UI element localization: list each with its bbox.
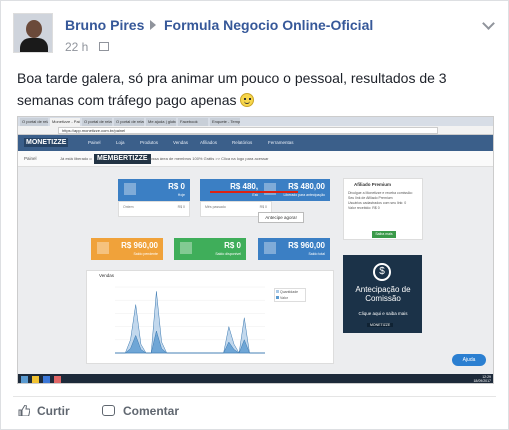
tile-label: Liberado para antecipação (283, 193, 325, 197)
tile-foot: Ontem R$ 0 (118, 201, 190, 217)
chevron-down-icon[interactable] (482, 17, 495, 30)
post-card: Bruno Pires Formula Negocio Online-Ofici… (0, 0, 509, 430)
affiliate-title: Afiliado Premium (354, 182, 392, 187)
comment-icon (102, 405, 115, 416)
tile-saldo-total: R$ 960,00 Saldo total (258, 238, 330, 260)
chart-legend: Quantidade Valor (274, 288, 306, 302)
tile-value: R$ 0 (224, 241, 241, 250)
group-audience-icon (99, 42, 109, 51)
browser-tab: Enquete - Templates (210, 118, 240, 126)
banner-subtext: Clique aqui e saiba mais (358, 311, 408, 316)
browser-tab: O portal de relató (114, 118, 144, 126)
nav-item: Vendas (173, 140, 189, 145)
tile-saldo-pendente: R$ 960,00 Saldo pendente (91, 238, 163, 260)
tile-saldo-disponivel: R$ 0 Saldo disponível (174, 238, 246, 260)
red-underline (210, 191, 298, 193)
tile-label: Saldo disponível (215, 252, 241, 256)
nav-item: Ferramentas (268, 140, 294, 145)
browser-tab: Monetizze - Painel (50, 118, 80, 126)
tile-label: Saldo total (308, 252, 325, 256)
post-image[interactable]: O portal de relató Monetizze - Painel O … (17, 116, 494, 384)
tile-value: R$ 480,00 (288, 182, 325, 191)
wallet-icon (124, 183, 136, 195)
sales-chart-svg (115, 286, 265, 354)
browser-tab: Facebook (178, 118, 208, 126)
avatar[interactable] (13, 13, 53, 53)
learn-more-button[interactable]: Saiba mais (372, 231, 396, 238)
tile-foot-label: Mês passado (205, 205, 226, 209)
membertizze-logo: MEMBERTIZZE (94, 154, 151, 164)
anticipate-button[interactable]: Antecipe agora! (258, 212, 304, 223)
tile-foot-label: Ontem (123, 205, 134, 209)
affiliate-desc: Divulgue a Monetizze e receba comissão: … (348, 191, 420, 211)
nav-item: Loja (116, 140, 125, 145)
comment-button[interactable]: Comentar (123, 404, 179, 418)
dollar-icon (180, 242, 192, 254)
post-time[interactable]: 22 h (65, 40, 88, 54)
nav-item: Afiliados (200, 140, 218, 145)
post-text-content: Boa tarde galera, só pra animar um pouco… (17, 70, 447, 108)
legend-item: Valor (275, 295, 305, 301)
dollar-icon (264, 242, 276, 254)
legend-label: Quantidade (280, 290, 299, 294)
nav-item: Painel (88, 140, 101, 145)
nav-item: Relatórios (232, 140, 253, 145)
app-icon (54, 376, 61, 383)
tile-value: R$ 960,00 (121, 241, 158, 250)
nav-item: Produtos (140, 140, 159, 145)
anticipation-banner[interactable]: $ Antecipação de Comissão Clique aqui e … (343, 255, 422, 333)
post-text: Boa tarde galera, só pra animar um pouco… (17, 67, 477, 111)
tile-foot-value: R$ 0 (177, 205, 185, 209)
url-text: https://app.monetizze.com.br/painel (58, 127, 438, 134)
dollar-coin-icon: $ (373, 263, 391, 281)
like-button[interactable]: Curtir (37, 404, 70, 418)
tile-antecipacao: R$ 480,00 Liberado para antecipação (258, 179, 330, 201)
dollar-icon (97, 242, 109, 254)
promo-text: Já está liberado o (60, 156, 92, 161)
tile-label: Saldo pendente (133, 252, 158, 256)
group-name[interactable]: Formula Negocio Online-Oficial (164, 17, 373, 33)
smile-emoji-icon (240, 93, 255, 107)
affiliate-desc-line: Valor recebido: R$ 0 (348, 206, 380, 210)
promo-bar: Painel Já está liberado o MEMBERTIZZE no… (18, 151, 493, 167)
calendar-icon (264, 183, 276, 195)
promo-text-right: nossa área de membros 100% Grátis >> Cli… (148, 156, 269, 161)
tile-foot-value: R$ 0 (259, 205, 267, 209)
breadcrumb: Painel (24, 156, 37, 161)
browser-tab: O portal de relató (20, 118, 48, 126)
sales-chart: Vendas Quantidade Valor (86, 270, 334, 364)
tile-hoje: R$ 0 Hoje (118, 179, 190, 201)
help-button[interactable]: Ajuda (452, 354, 486, 366)
browser-tab: Me ajuda | globosp (146, 118, 176, 126)
app-navbar: MONETIZZE Painel Loja Produtos Vendas Af… (18, 135, 493, 151)
affiliate-box: Afiliado Premium Divulgue a Monetizze e … (343, 178, 423, 240)
divider (13, 396, 496, 397)
banner-brand: MONETIZZE (367, 323, 394, 327)
author-name[interactable]: Bruno Pires (65, 17, 144, 33)
browser-tab: O portal de relató (82, 118, 112, 126)
thumbs-up-icon (18, 405, 30, 416)
monetizze-logo: MONETIZZE (24, 138, 69, 147)
browser-icon (43, 376, 50, 383)
taskbar-clock: 12:29 18/09/2017 (473, 375, 491, 383)
address-bar: https://app.monetizze.com.br/painel (18, 126, 493, 135)
tile-value: R$ 0 (168, 182, 185, 191)
browser-tabs: O portal de relató Monetizze - Painel O … (18, 117, 493, 126)
clock-date: 18/09/2017 (473, 379, 491, 383)
banner-heading: Antecipação de Comissão (355, 285, 411, 303)
start-icon (21, 376, 28, 383)
tile-value: R$ 960,00 (288, 241, 325, 250)
arrow-right-icon (150, 20, 156, 30)
folder-icon (32, 376, 39, 383)
tile-label: Hoje (177, 193, 185, 197)
windows-taskbar: 12:29 18/09/2017 (18, 374, 493, 383)
legend-label: Valor (280, 296, 288, 300)
